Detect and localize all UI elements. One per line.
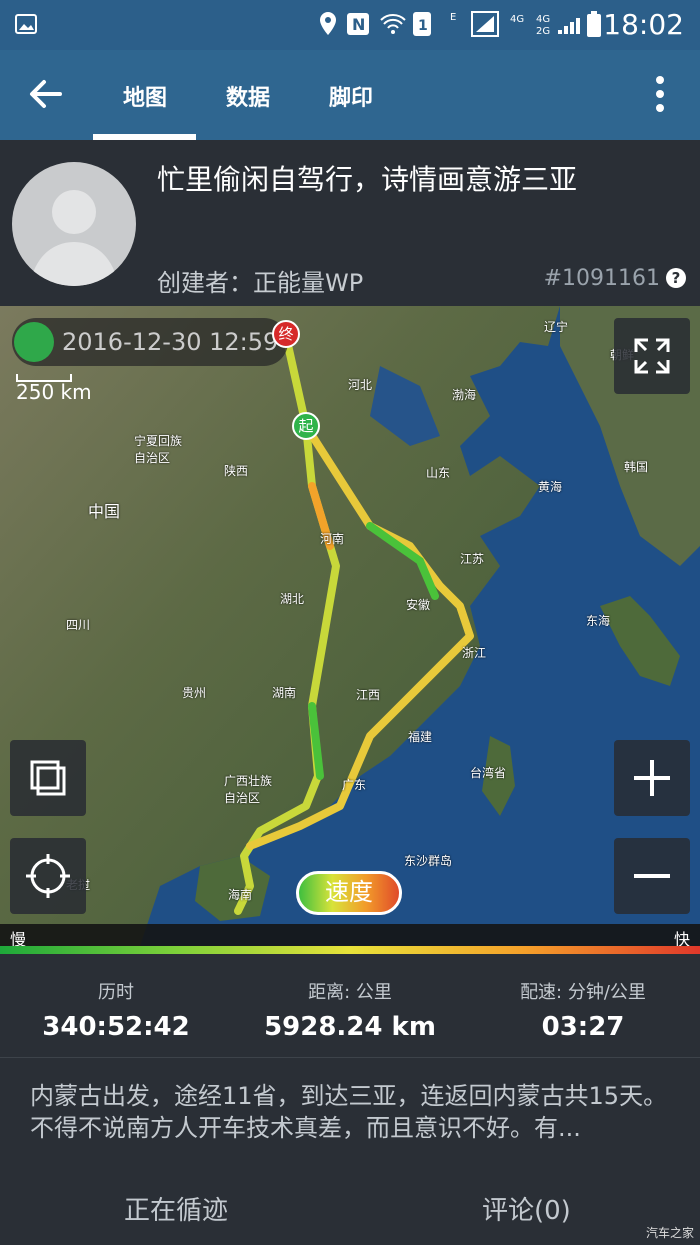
speed-button[interactable]: 速度: [296, 871, 402, 915]
svg-text:1: 1: [418, 18, 428, 34]
signal-4g-icon: 4G 4G 2G: [508, 10, 582, 38]
minus-icon: [634, 874, 670, 878]
map-label: 渤海: [452, 388, 477, 402]
wifi-icon: [380, 10, 406, 38]
sim-1-icon: 1: [412, 10, 432, 38]
app-bar: 地图 数据 脚印: [0, 50, 700, 140]
tab-footprint[interactable]: 脚印: [329, 80, 373, 112]
zoom-out-button[interactable]: [614, 838, 690, 914]
follow-track-button[interactable]: 正在循迹: [124, 1190, 228, 1227]
map-label: 中国: [88, 502, 121, 521]
trip-header: 忙里偷闲自驾行，诗情画意游三亚 创建者：正能量WP #1091161 ?: [0, 140, 700, 306]
start-marker[interactable]: 起: [292, 412, 320, 440]
image-icon: [14, 10, 38, 38]
svg-text:2G: 2G: [536, 26, 550, 37]
stat-label: 距离: 公里: [308, 982, 392, 1003]
date-pill: 2016-12-30 12:59: [12, 318, 288, 366]
svg-text:4G: 4G: [536, 14, 550, 25]
stat-label: 配速: 分钟/公里: [520, 982, 646, 1003]
expand-icon: [634, 338, 670, 374]
watermark: 汽车之家: [645, 1226, 694, 1240]
stat-value: 03:27: [541, 1012, 625, 1042]
trip-id: #1091161: [543, 266, 660, 291]
stat-value: 5928.24 km: [264, 1012, 436, 1042]
plus-icon: [634, 760, 670, 796]
layers-button[interactable]: [10, 740, 86, 816]
location-icon: [318, 10, 338, 38]
stat-label: 历时: [98, 982, 134, 1003]
map-label: 黄海: [538, 480, 563, 494]
end-marker[interactable]: 终: [272, 320, 300, 348]
help-icon[interactable]: ?: [666, 268, 686, 288]
crosshair-icon: [26, 854, 70, 898]
track-date: 2016-12-30 12:59: [62, 328, 279, 356]
map-label: 山东: [426, 466, 451, 480]
nfc-icon: N: [346, 10, 370, 38]
track-status-dot: [14, 322, 54, 362]
map-label: 河北: [348, 378, 373, 392]
signal-e-icon: E: [450, 10, 504, 38]
map-label: 陕西: [224, 464, 249, 478]
map-label: 东沙群岛: [404, 854, 453, 868]
map-label: 安徽: [406, 598, 431, 612]
map-label: 东海: [586, 614, 611, 628]
map-label: 湖北: [280, 592, 305, 606]
map-label: 辽宁: [544, 320, 569, 334]
svg-text:N: N: [352, 15, 365, 34]
scale-label: 250 km: [16, 380, 92, 404]
route-map[interactable]: 辽宁 朝鲜 河北 渤海 宁夏回族 自治区 山东 陕西 韩国 黄海 中国 河南 江…: [0, 306, 700, 946]
map-label: 海南: [228, 888, 253, 902]
more-options-icon[interactable]: [656, 76, 664, 112]
map-label: 宁夏回族 自治区: [134, 434, 183, 465]
svg-text:4G: 4G: [510, 14, 524, 25]
fullscreen-button[interactable]: [614, 318, 690, 394]
tab-data[interactable]: 数据: [226, 80, 270, 112]
trip-description[interactable]: 内蒙古出发，途经11省，到达三亚，连返回内蒙古共15天。不得不说南方人开车技术真…: [30, 1080, 680, 1144]
clock: 18:02: [603, 8, 684, 41]
avatar[interactable]: [12, 162, 136, 286]
svg-text:E: E: [450, 12, 456, 23]
locate-button[interactable]: [10, 838, 86, 914]
trip-creator[interactable]: 创建者：正能量WP: [157, 263, 363, 298]
map-label: 广东: [342, 778, 367, 792]
back-arrow-icon[interactable]: [26, 74, 66, 114]
map-label: 浙江: [462, 646, 487, 660]
map-label: 广西壮族 自治区: [224, 774, 273, 805]
speed-gradient-bar: [0, 946, 700, 954]
stat-distance: 距离: 公里 5928.24 km: [250, 978, 450, 1042]
map-label: 四川: [66, 618, 91, 632]
map-label: 湖南: [272, 686, 297, 700]
trip-title: 忙里偷闲自驾行，诗情画意游三亚: [157, 163, 578, 196]
comments-button[interactable]: 评论(0): [482, 1190, 571, 1227]
zoom-in-button[interactable]: [614, 740, 690, 816]
stat-duration: 历时 340:52:42: [40, 978, 192, 1042]
map-label: 韩国: [624, 460, 649, 474]
map-label: 江苏: [460, 552, 485, 566]
trip-stats: 历时 340:52:42 距离: 公里 5928.24 km 配速: 分钟/公里…: [0, 954, 700, 1058]
battery-icon: [586, 10, 602, 38]
stat-pace: 配速: 分钟/公里 03:27: [500, 978, 666, 1042]
layers-icon: [30, 760, 66, 796]
speed-legend: 慢 快: [0, 924, 700, 949]
tab-map[interactable]: 地图: [123, 80, 167, 112]
status-bar: N 1 E 4G 4G 2G 18:02: [0, 0, 700, 50]
map-label: 江西: [356, 688, 381, 702]
map-label: 贵州: [182, 686, 207, 700]
map-label: 福建: [408, 730, 433, 744]
map-label: 河南: [320, 532, 345, 546]
map-label: 台湾省: [470, 766, 507, 780]
stat-value: 340:52:42: [42, 1012, 190, 1042]
